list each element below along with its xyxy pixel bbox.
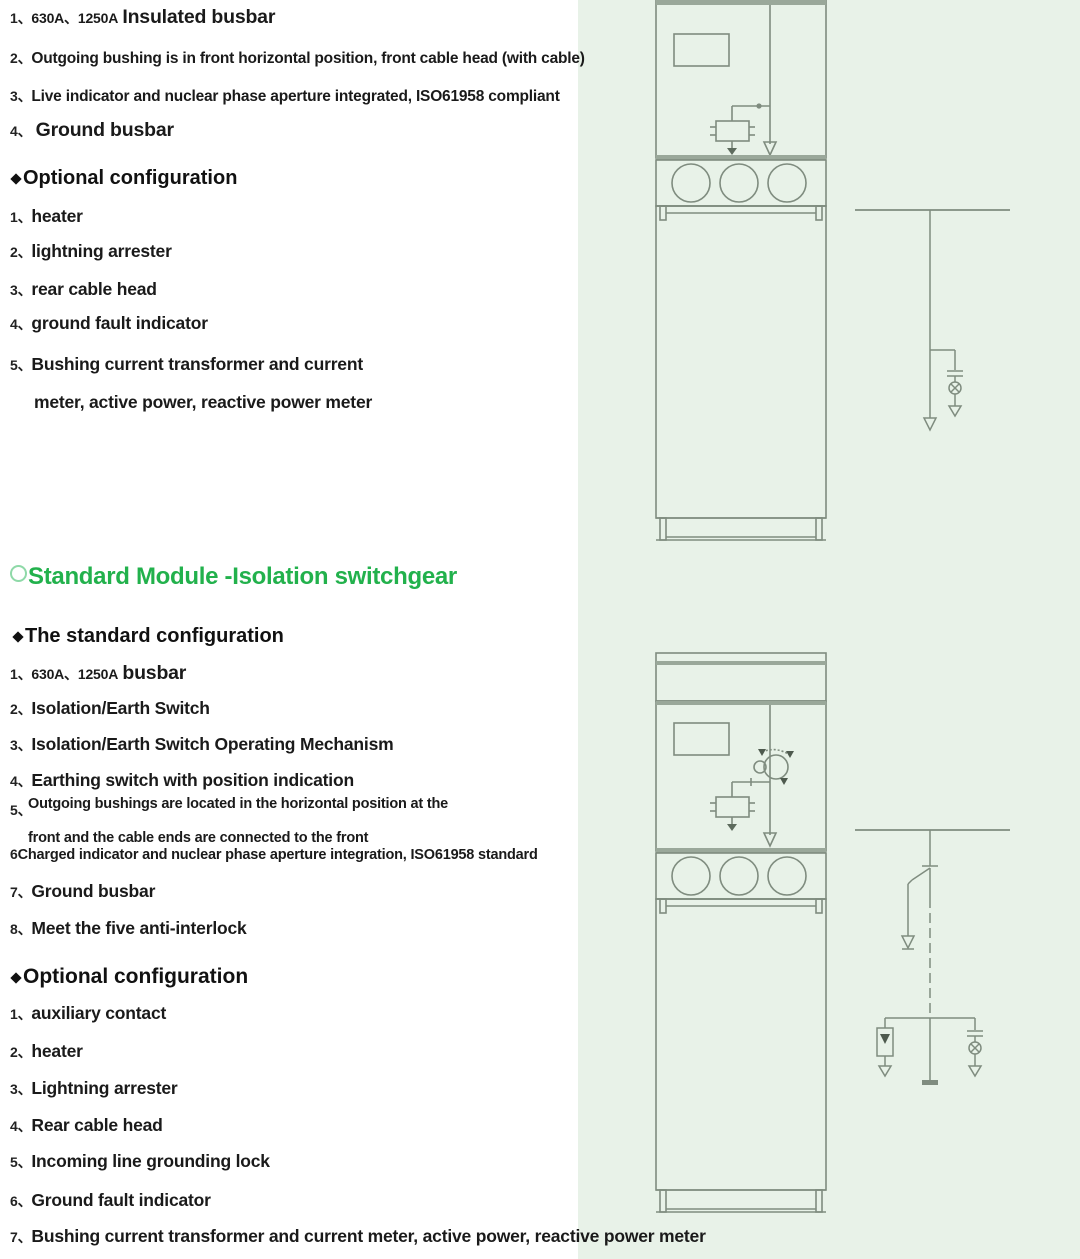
list-item: 4、ground fault indicator <box>10 313 208 334</box>
list-item: 2、Outgoing bushing is in front horizonta… <box>10 48 585 68</box>
list-item: 5、Bushing current transformer and curren… <box>10 354 363 375</box>
list-item-label: ground fault indicator <box>31 313 208 333</box>
list-item: 1、630A、1250A busbar <box>10 662 186 685</box>
list-item-label: Outgoing bushings are located in the hor… <box>28 796 448 812</box>
list-item-number: 1、 <box>10 666 32 682</box>
list-item: 3、Live indicator and nuclear phase apert… <box>10 86 560 106</box>
list-item-label: heater <box>31 206 83 226</box>
list-item-number: 2、 <box>10 701 32 717</box>
optional-configuration-heading: Optional configuration <box>10 167 238 190</box>
list-item: 1、630A、1250A Insulated busbar <box>10 6 275 29</box>
list-item: 5、Incoming line grounding lock <box>10 1151 270 1172</box>
list-item-number: 5、 <box>10 357 32 373</box>
list-item-label: Live indicator and nuclear phase apertur… <box>31 88 560 105</box>
list-item-label: busbar <box>122 662 187 684</box>
cabinet-elevation-svg <box>655 652 827 1213</box>
diamond-bullet-icon <box>10 972 22 984</box>
list-item: 6、Ground fault indicator <box>10 1190 211 1211</box>
single-line-diagram-svg <box>855 209 1010 432</box>
list-item-number: 2、 <box>10 50 32 66</box>
list-item-label: Ground busbar <box>35 119 174 141</box>
list-item-number: 3、 <box>10 88 32 104</box>
list-item: 1、auxiliary contact <box>10 1003 166 1024</box>
list-item-number: 7、 <box>10 1229 32 1245</box>
list-item-number: 3、 <box>10 282 32 298</box>
list-item-rating: 630A、1250A <box>31 666 119 682</box>
list-item: 3、Isolation/Earth Switch Operating Mecha… <box>10 734 394 755</box>
list-item: 6Charged indicator and nuclear phase ape… <box>10 846 538 864</box>
section-heading: Standard Module -Isolation switchgear <box>10 563 457 591</box>
list-item-number: 4、 <box>10 1118 32 1134</box>
list-item: 1、heater <box>10 206 83 227</box>
list-item: 4、Rear cable head <box>10 1115 163 1136</box>
list-item-label: auxiliary contact <box>31 1003 167 1023</box>
list-item-number: 8、 <box>10 921 32 937</box>
list-item: front and the cable ends are connected t… <box>28 829 368 847</box>
list-item-label: Isolation/Earth Switch <box>31 698 210 718</box>
list-item-number: 2、 <box>10 1044 32 1060</box>
list-item-label: heater <box>31 1041 83 1061</box>
list-item-label: Ground fault indicator <box>31 1190 211 1210</box>
bottom-cabinet-drawing <box>648 645 848 1225</box>
cabinet-elevation-svg <box>655 0 827 541</box>
list-item-number: 5、 <box>10 1154 32 1170</box>
list-item-number: 4、 <box>10 123 32 139</box>
list-item-number: 2、 <box>10 244 32 260</box>
list-item-number: 1、 <box>10 10 32 26</box>
list-item: 2、Isolation/Earth Switch <box>10 698 210 719</box>
standard-configuration-heading: The standard configuration <box>12 625 284 648</box>
list-item: 8、Meet the five anti-interlock <box>10 918 247 939</box>
top-cabinet-drawing <box>648 0 848 562</box>
list-item-number: 1、 <box>10 209 32 225</box>
standard-configuration-label: The standard configuration <box>25 625 284 647</box>
list-item-number: 6 <box>10 846 18 862</box>
list-item: 3、Lightning arrester <box>10 1078 178 1099</box>
list-item-number: 3、 <box>10 737 32 753</box>
list-item-number: 3、 <box>10 1081 32 1097</box>
list-item-label: Outgoing bushing is in front horizontal … <box>31 50 585 67</box>
list-item: 7、Ground busbar <box>10 881 155 902</box>
list-item-number: 6、 <box>10 1193 32 1209</box>
list-item-label: Ground busbar <box>31 881 156 901</box>
list-item: 3、rear cable head <box>10 279 157 300</box>
list-item-label: Isolation/Earth Switch Operating Mechani… <box>31 734 394 754</box>
list-item-label: Earthing switch with position indication <box>31 770 354 790</box>
list-item-label: Lightning arrester <box>31 1078 178 1098</box>
single-line-diagram-svg <box>855 829 1010 1085</box>
list-item-label: lightning arrester <box>31 241 172 261</box>
top-single-line-diagram <box>850 190 1040 450</box>
list-item-label: front and the cable ends are connected t… <box>28 830 369 846</box>
list-item-label: Bushing current transformer and current … <box>31 1226 706 1246</box>
list-item-label: Insulated busbar <box>122 6 276 28</box>
list-item-number: 4、 <box>10 773 32 789</box>
list-item-label: meter, active power, reactive power mete… <box>34 392 373 412</box>
list-item: 4、 Ground busbar <box>10 119 174 142</box>
ring-bullet-icon <box>10 565 27 582</box>
diamond-bullet-icon <box>10 173 22 185</box>
bottom-single-line-diagram <box>850 818 1040 1098</box>
list-item-label: Rear cable head <box>31 1115 163 1135</box>
list-item-number: 4、 <box>10 316 32 332</box>
list-item-label: rear cable head <box>31 279 157 299</box>
list-item: 2、heater <box>10 1041 83 1062</box>
list-item-number: 1、 <box>10 1006 32 1022</box>
list-item-rating: 630A、1250A <box>31 10 119 26</box>
optional-configuration-label: Optional configuration <box>23 167 238 189</box>
section-heading-label: Standard Module -Isolation switchgear <box>28 563 457 590</box>
optional-configuration-label: Optional configuration <box>23 965 249 988</box>
list-item: meter, active power, reactive power mete… <box>34 392 372 413</box>
page-root: 1、630A、1250A Insulated busbar 2、Outgoing… <box>0 0 1080 1259</box>
list-item-label: Incoming line grounding lock <box>31 1151 270 1171</box>
list-item: Outgoing bushings are located in the hor… <box>28 795 448 813</box>
list-item-label: Meet the five anti-interlock <box>31 918 247 938</box>
optional-configuration-heading: Optional configuration <box>10 965 249 989</box>
list-item: 2、lightning arrester <box>10 241 172 262</box>
list-item-label: Charged indicator and nuclear phase aper… <box>17 847 538 863</box>
list-item: 7、Bushing current transformer and curren… <box>10 1226 706 1247</box>
list-item: 4、Earthing switch with position indicati… <box>10 770 354 791</box>
list-item-number: 7、 <box>10 884 32 900</box>
diamond-bullet-icon <box>12 631 24 643</box>
list-item-label: Bushing current transformer and current <box>31 354 363 374</box>
